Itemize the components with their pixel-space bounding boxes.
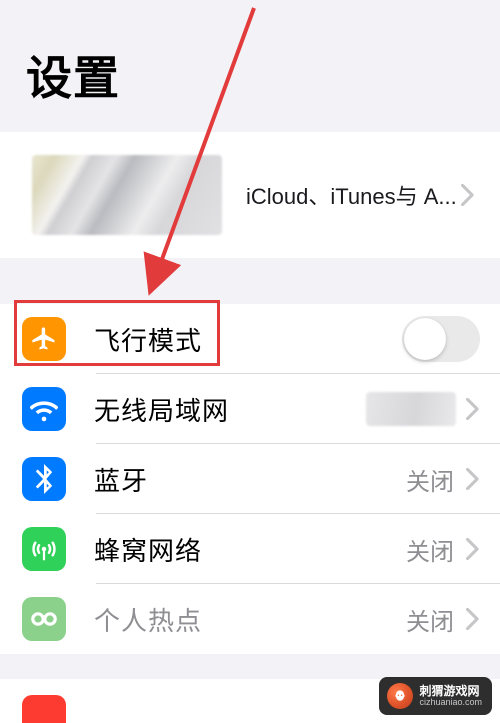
account-subtitle: iCloud、iTunes与 A... — [246, 179, 457, 211]
watermark-title: 刺猬游戏网 — [419, 685, 482, 698]
row-value: 关闭 — [406, 532, 454, 567]
watermark: 刺猬游戏网 cizhuaniao.com — [379, 677, 492, 715]
chevron-right-icon — [466, 398, 480, 420]
chevron-right-icon — [466, 538, 480, 560]
chevron-right-icon — [466, 468, 480, 490]
row-cellular[interactable]: 蜂窝网络 关闭 — [0, 514, 500, 584]
row-label: 无线局域网 — [94, 391, 229, 428]
row-label: 飞行模式 — [94, 321, 202, 358]
chevron-right-icon — [461, 184, 475, 206]
wifi-icon — [22, 387, 66, 431]
airplane-icon — [22, 317, 66, 361]
wifi-value-blurred — [366, 392, 456, 426]
account-avatar-blurred — [32, 155, 222, 235]
chevron-right-icon — [466, 608, 480, 630]
row-label: 个人热点 — [94, 601, 202, 638]
account-row[interactable]: iCloud、iTunes与 A... — [0, 132, 500, 258]
row-label: 蜂窝网络 — [94, 531, 202, 568]
watermark-url: cizhuaniao.com — [419, 698, 482, 707]
row-bluetooth[interactable]: 蓝牙 关闭 — [0, 444, 500, 514]
row-label: 蓝牙 — [94, 461, 148, 498]
row-airplane[interactable]: 飞行模式 — [0, 304, 500, 374]
watermark-logo-icon — [387, 683, 413, 709]
next-row-icon-peek — [22, 695, 66, 723]
bluetooth-icon — [22, 457, 66, 501]
page-title: 设置 — [0, 0, 500, 132]
airplane-toggle[interactable] — [402, 316, 480, 362]
row-value: 关闭 — [406, 462, 454, 497]
row-wifi[interactable]: 无线局域网 — [0, 374, 500, 444]
row-value: 关闭 — [406, 602, 454, 637]
connectivity-group: 飞行模式 无线局域网 蓝牙 关闭 蜂窝网络 关闭 个人热点 关 — [0, 304, 500, 654]
cellular-icon — [22, 527, 66, 571]
account-group: iCloud、iTunes与 A... — [0, 132, 500, 258]
hotspot-icon — [22, 597, 66, 641]
row-hotspot[interactable]: 个人热点 关闭 — [0, 584, 500, 654]
